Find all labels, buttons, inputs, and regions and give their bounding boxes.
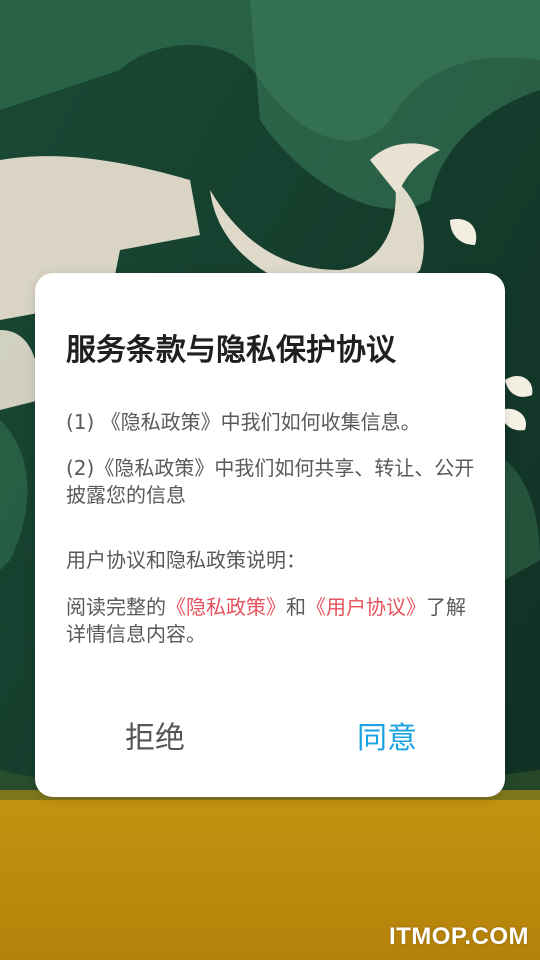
site-watermark: ITMOP.COM [388, 923, 529, 950]
privacy-dialog: 服务条款与隐私保护协议 (1) 《隐私政策》中我们如何收集信息。 (2)《隐私政… [35, 273, 505, 797]
privacy-item-share: (2)《隐私政策》中我们如何共享、转让、公开披露您的信息 [66, 456, 475, 507]
user-agreement-link[interactable]: 《用户协议》 [306, 595, 426, 619]
read-prefix: 阅读完整的 [66, 595, 166, 619]
dialog-title: 服务条款与隐私保护协议 [66, 333, 396, 368]
agreement-note: 用户协议和隐私政策说明： [66, 548, 306, 572]
read-agreement-text: 阅读完整的《隐私政策》和《用户协议》了解详情信息内容。 [66, 594, 476, 648]
and-text: 和 [286, 595, 306, 619]
privacy-item-collect: (1) 《隐私政策》中我们如何收集信息。 [66, 410, 421, 434]
reject-button[interactable]: 拒绝 [95, 714, 215, 764]
agree-button[interactable]: 同意 [327, 714, 447, 764]
privacy-policy-link[interactable]: 《隐私政策》 [166, 595, 286, 619]
